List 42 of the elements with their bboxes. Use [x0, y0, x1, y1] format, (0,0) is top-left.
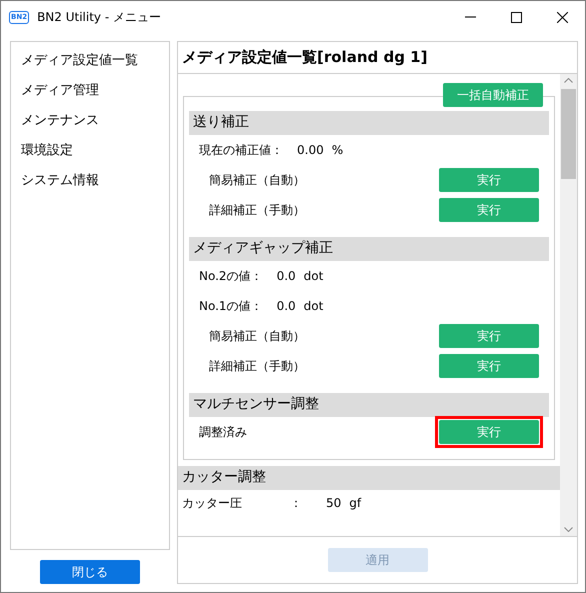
- sidebar-item[interactable]: メンテナンス: [11, 106, 169, 136]
- scroll-down-icon[interactable]: [564, 527, 573, 532]
- minimize-icon[interactable]: [464, 16, 476, 18]
- field-label: No.2の値：: [199, 268, 263, 284]
- auto-correct-button[interactable]: 一括自動補正: [443, 83, 543, 107]
- action-label: 詳細補正（手動）: [209, 202, 305, 218]
- sidebar-item[interactable]: メディア設定値一覧: [11, 46, 169, 76]
- run-button[interactable]: 実行: [439, 354, 539, 378]
- maximize-icon[interactable]: [510, 12, 522, 22]
- field-value: 0.00: [297, 143, 324, 157]
- run-button[interactable]: 実行: [439, 168, 539, 192]
- field-value: 0.0: [276, 269, 296, 283]
- scrollbar-thumb[interactable]: [561, 89, 576, 179]
- field-label: 現在の補正値：: [199, 142, 283, 158]
- scroll-up-icon[interactable]: [564, 78, 573, 83]
- action-label: 調整済み: [199, 424, 247, 440]
- window-title: BN2 Utility - メニュー: [37, 8, 162, 26]
- section-header: マルチセンサー調整: [189, 393, 549, 417]
- section-header: メディアギャップ補正: [189, 237, 549, 261]
- run-button[interactable]: 実行: [439, 324, 539, 348]
- close-icon[interactable]: [556, 12, 568, 22]
- separator-label: ：: [290, 494, 302, 512]
- section-header: 送り補正: [189, 111, 549, 135]
- section-header: カッター調整: [178, 466, 560, 490]
- field-label: No.1の値：: [199, 298, 263, 314]
- field-value: 50: [326, 496, 342, 510]
- unit-label: gf: [349, 496, 362, 510]
- field-value: 0.0: [276, 299, 296, 313]
- unit-label: dot: [304, 269, 324, 283]
- page-title: メディア設定値一覧[roland dg 1]: [178, 42, 577, 74]
- action-label: 詳細補正（手動）: [209, 358, 305, 374]
- close-button[interactable]: 閉じる: [40, 560, 140, 584]
- run-button[interactable]: 実行: [439, 420, 539, 444]
- sidebar-item[interactable]: システム情報: [11, 166, 169, 196]
- sidebar-item[interactable]: メディア管理: [11, 76, 169, 106]
- run-button[interactable]: 実行: [439, 198, 539, 222]
- unit-label: %: [332, 143, 344, 157]
- action-label: 簡易補正（自動）: [209, 328, 305, 344]
- field-label: カッター圧: [182, 494, 243, 512]
- action-label: 簡易補正（自動）: [209, 172, 305, 188]
- sidebar-item[interactable]: 環境設定: [11, 136, 169, 166]
- unit-label: dot: [304, 299, 324, 313]
